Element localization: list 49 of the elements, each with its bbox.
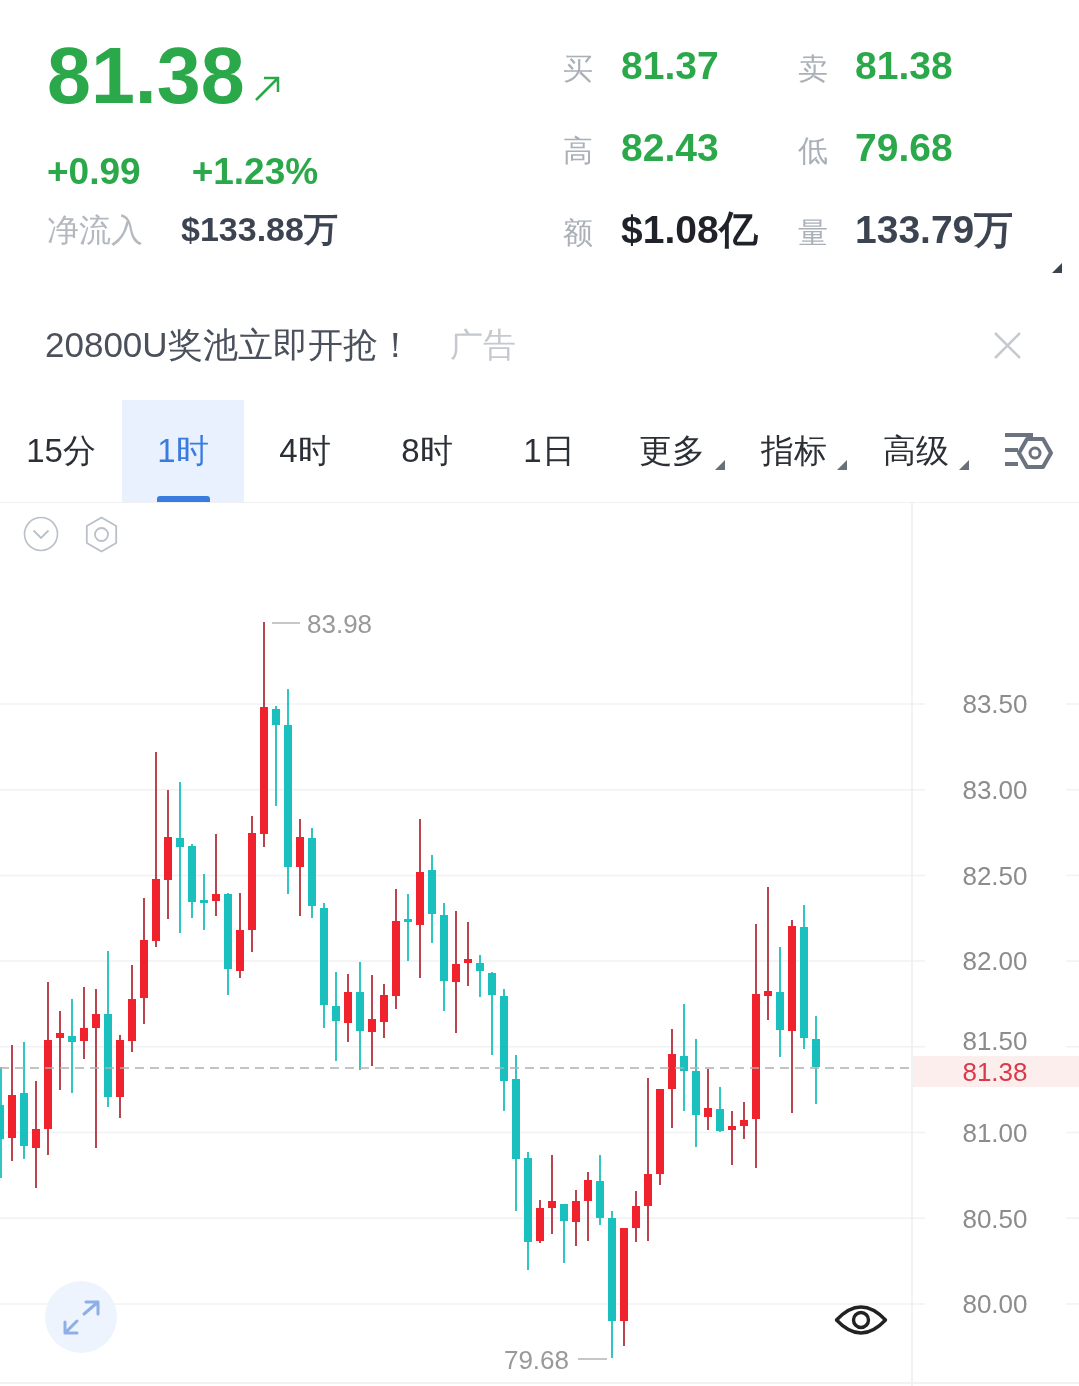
stat-value: 81.37: [621, 46, 720, 86]
interval-tab[interactable]: 1时: [122, 400, 244, 502]
stat-value: $1.08亿: [621, 210, 759, 250]
stat-value: 79.68: [855, 128, 954, 168]
high-price-label: 83.98: [307, 609, 373, 640]
stat-label: 买: [563, 51, 594, 87]
price-change: +0.99: [47, 153, 141, 190]
last-price: 81.38: [47, 36, 245, 115]
caret-icon: [837, 460, 847, 470]
percent-change: +1.23%: [191, 153, 319, 190]
price-axis-label: 82.50: [962, 860, 1028, 891]
net-inflow-label: 净流入: [47, 213, 143, 247]
last-price-tag: 81.38: [913, 1056, 1079, 1087]
stat-label: 量: [798, 215, 829, 251]
hexagon-icon[interactable]: [83, 516, 120, 553]
price-axis-label: 81.00: [962, 1117, 1028, 1148]
price-axis-label: 83.00: [962, 775, 1028, 805]
price-axis-label: 80.00: [962, 1289, 1028, 1320]
stat-label: 额: [563, 215, 594, 251]
price-axis-label: 82.00: [962, 946, 1028, 977]
interval-tab[interactable]: 1日: [488, 400, 610, 502]
expand-icon[interactable]: [45, 1281, 117, 1353]
interval-tab[interactable]: 15分: [0, 400, 122, 502]
dropdown-tab[interactable]: 指标: [732, 400, 854, 502]
close-icon[interactable]: [993, 330, 1022, 360]
dropdown-tab[interactable]: 更多: [610, 400, 732, 502]
stat-label: 高: [563, 133, 594, 169]
interval-tab[interactable]: 8时: [366, 400, 488, 502]
caret-icon: [715, 460, 725, 470]
stat-value: 82.43: [621, 128, 720, 168]
stat-value: 133.79万: [855, 210, 1014, 250]
price-axis-label: 83.50: [962, 689, 1028, 720]
ad-label: 广告: [449, 325, 516, 366]
chevron-down-icon[interactable]: [23, 516, 59, 552]
corner-triangle-icon[interactable]: [1052, 263, 1062, 273]
stat-value: 81.38: [855, 46, 954, 86]
low-price-label: 79.68: [503, 1345, 569, 1376]
interval-tab[interactable]: 4时: [244, 400, 366, 502]
price-axis-label: 80.50: [962, 1203, 1028, 1234]
leader-line: [271, 622, 301, 624]
leader-line: [577, 1358, 608, 1360]
stat-label: 低: [798, 133, 829, 169]
caret-icon: [959, 460, 969, 470]
dropdown-tab[interactable]: 高级: [854, 400, 976, 502]
settings-icon[interactable]: [1004, 431, 1054, 471]
ad-text[interactable]: 20800U奖池立即开抢！: [45, 318, 413, 372]
net-inflow-value: $133.88万: [181, 212, 338, 246]
stat-label: 卖: [798, 51, 829, 87]
price-axis-label: 81.50: [962, 1025, 1028, 1056]
